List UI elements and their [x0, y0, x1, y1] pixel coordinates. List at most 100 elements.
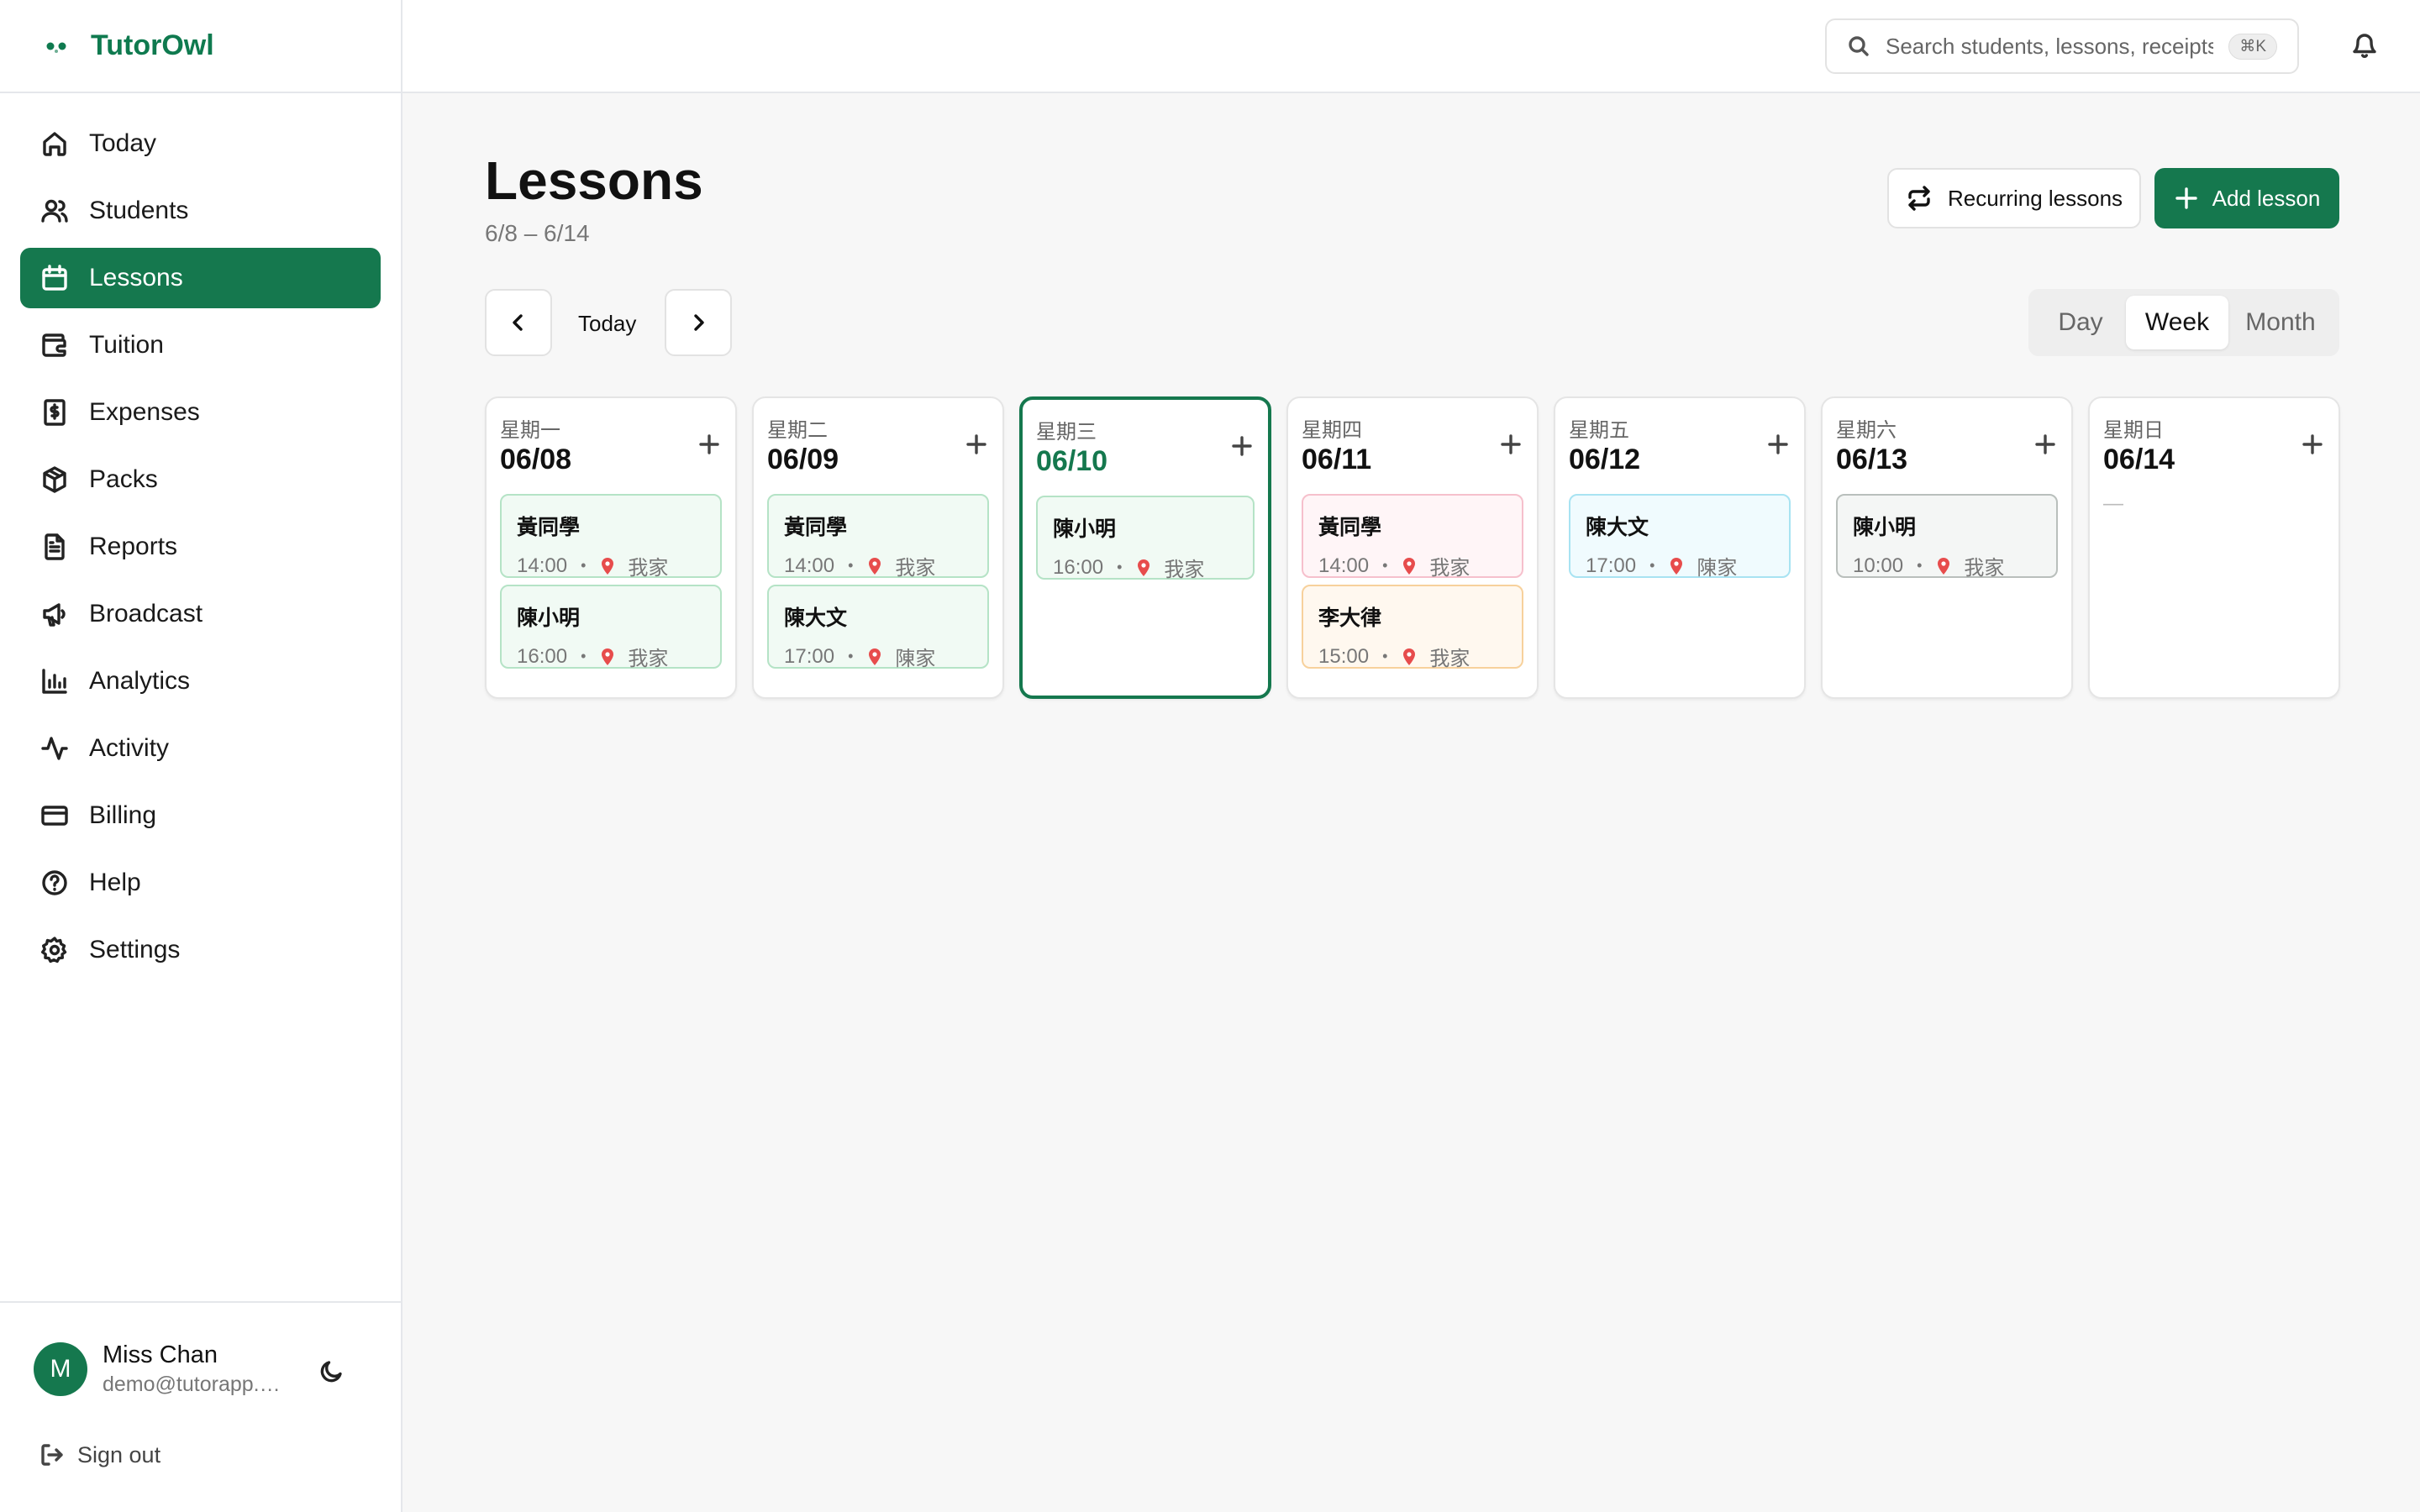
sidebar-item-activity[interactable]: Activity [20, 718, 381, 779]
sidebar-item-expenses[interactable]: Expenses [20, 382, 381, 443]
sidebar-item-packs[interactable]: Packs [20, 449, 381, 510]
lesson-card[interactable]: 黃同學 14:00 • 我家 [500, 494, 722, 580]
sidebar-item-reports[interactable]: Reports [20, 517, 381, 577]
app-name: TutorOwl [91, 29, 214, 61]
view-tab-week[interactable]: Week [2126, 296, 2228, 349]
day-date: 06/11 [1302, 444, 1372, 475]
lesson-location: 我家 [1429, 648, 1470, 670]
separator-dot: • [581, 557, 587, 574]
previous-week-button[interactable] [485, 289, 552, 356]
sidebar-item-analytics[interactable]: Analytics [20, 651, 381, 711]
sidebar-item-label: Today [89, 129, 157, 157]
lesson-meta: 15:00 • 我家 [1318, 642, 1507, 671]
lesson-card[interactable]: 陳小明 10:00 • 我家 [1836, 494, 2058, 580]
add-lesson-day-button[interactable] [1498, 432, 1523, 457]
lesson-student: 陳小明 [517, 606, 581, 630]
add-lesson-day-button[interactable] [1765, 432, 1791, 457]
megaphone-icon [43, 603, 66, 627]
search-box[interactable]: ⌘K [1825, 18, 2299, 74]
sidebar-item-today[interactable]: Today [20, 113, 381, 174]
bar-chart-icon [42, 669, 67, 694]
lesson-time: 16:00 [1053, 555, 1104, 579]
sidebar-item-students[interactable]: Students [20, 181, 381, 241]
sidebar-item-billing[interactable]: Billing [20, 785, 381, 846]
search-input[interactable] [1886, 33, 2214, 60]
recurring-lessons-button[interactable]: Recurring lessons [1887, 168, 2141, 228]
map-pin-icon [602, 557, 614, 575]
owl-logo-icon [46, 42, 66, 53]
add-lesson-day-button[interactable] [1229, 433, 1255, 459]
next-week-button[interactable] [665, 289, 732, 356]
week-grid: 星期一 06/08 黃同學 14:00 • 我家 陳小明 16:00 • 我家 星期二 06/09 黃同… [485, 396, 2340, 699]
sidebar-item-lessons[interactable]: Lessons [20, 248, 381, 308]
user-profile[interactable]: M Miss Chan demo@tutorapp.com [34, 1341, 287, 1397]
day-date: 06/10 [1036, 445, 1108, 477]
bell-icon[interactable] [2350, 32, 2379, 60]
day-date: 06/09 [767, 444, 839, 475]
sidebar-nav: Today Students Lessons Tuition Expenses Packs… [0, 93, 401, 980]
lesson-card[interactable]: 黃同學 14:00 • 我家 [767, 494, 989, 580]
calendar-icon [42, 265, 67, 291]
lesson-card[interactable]: 陳小明 16:00 • 我家 [500, 585, 722, 671]
lesson-student: 陳大文 [1586, 516, 1649, 539]
add-lesson-day-button[interactable] [2033, 432, 2058, 457]
add-lesson-day-button[interactable] [2300, 432, 2325, 457]
sidebar-item-label: Expenses [89, 398, 200, 426]
plus-icon [699, 434, 719, 454]
add-lesson-button[interactable]: Add lesson [2154, 168, 2339, 228]
lesson-card[interactable]: 李大律 15:00 • 我家 [1302, 585, 1523, 671]
add-lesson-day-button[interactable] [964, 432, 989, 457]
lesson-card[interactable]: 黃同學 14:00 • 我家 [1302, 494, 1523, 580]
sidebar-item-tuition[interactable]: Tuition [20, 315, 381, 375]
sidebar-item-settings[interactable]: Settings [20, 920, 381, 980]
sign-out-label: Sign out [77, 1441, 161, 1467]
help-circle-icon [42, 870, 67, 895]
gear-icon [41, 937, 67, 963]
plus-icon [966, 434, 986, 454]
lesson-meta: 14:00 • 我家 [1318, 551, 1507, 580]
separator-dot: • [1117, 559, 1123, 575]
plus-icon [1768, 434, 1788, 454]
lesson-card[interactable]: 陳小明 16:00 • 我家 [1036, 496, 1255, 582]
lesson-student: 黃同學 [1318, 516, 1382, 539]
recurring-lessons-label: Recurring lessons [1947, 185, 2123, 211]
today-button[interactable]: Today [578, 311, 636, 337]
lesson-meta: 16:00 • 我家 [517, 642, 705, 671]
view-tab-day[interactable]: Day [2035, 296, 2126, 349]
lesson-meta: 14:00 • 我家 [517, 551, 705, 580]
day-date: 06/08 [500, 444, 572, 475]
lesson-card[interactable]: 陳大文 17:00 • 陳家 [767, 585, 989, 670]
lesson-list: 黃同學 14:00 • 我家 陳大文 17:00 • 陳家 [767, 494, 989, 675]
add-lesson-label: Add lesson [2212, 185, 2321, 211]
add-lesson-day-button[interactable] [697, 432, 722, 457]
day-date: 06/13 [1836, 444, 1908, 475]
sidebar-item-label: Settings [89, 936, 181, 963]
brand[interactable]: TutorOwl [0, 0, 401, 93]
lesson-list: 黃同學 14:00 • 我家李大律 15:00 • 我家 [1302, 494, 1523, 675]
sidebar-item-label: Analytics [89, 667, 191, 695]
lesson-meta: 10:00 • 我家 [1853, 551, 2041, 580]
lesson-location: 我家 [895, 557, 936, 580]
day-date: 06/14 [2103, 444, 2175, 475]
lesson-location: 陳家 [1697, 557, 1738, 580]
sign-out-button[interactable]: Sign out [39, 1441, 160, 1468]
sidebar-item-help[interactable]: Help [20, 853, 381, 913]
moon-icon[interactable] [318, 1357, 346, 1385]
lesson-location: 我家 [628, 648, 669, 670]
view-tab-month[interactable]: Month [2228, 296, 2333, 349]
separator-dot: • [1649, 557, 1655, 574]
lesson-card[interactable]: 陳大文 17:00 • 陳家 [1569, 494, 1791, 580]
lesson-student: 陳小明 [1853, 516, 1917, 539]
sidebar-item-broadcast[interactable]: Broadcast [20, 584, 381, 644]
day-column: 星期六 06/13 陳小明 10:00 • 我家 [1821, 396, 2073, 699]
map-pin-icon [1403, 557, 1416, 575]
lesson-student: 黃同學 [784, 516, 848, 539]
lesson-location: 我家 [628, 557, 669, 580]
credit-card-icon [41, 806, 68, 826]
sidebar-item-label: Tuition [89, 331, 164, 359]
day-date: 06/12 [1569, 444, 1641, 475]
lesson-location: 我家 [1164, 559, 1205, 581]
lesson-meta: 17:00 • 陳家 [1586, 551, 1774, 580]
plus-icon [1232, 436, 1252, 456]
lesson-meta: 16:00 • 我家 [1053, 553, 1238, 582]
